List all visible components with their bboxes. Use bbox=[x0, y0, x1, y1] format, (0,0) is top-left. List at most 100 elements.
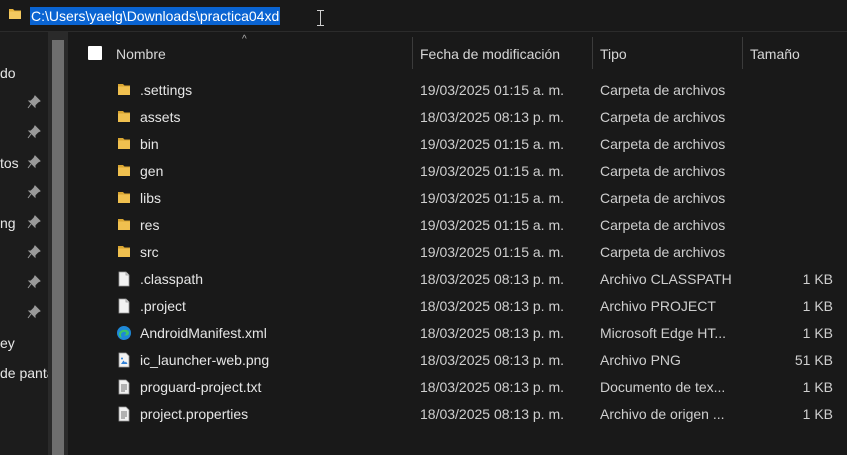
pin-icon[interactable] bbox=[27, 95, 41, 109]
file-date: 19/03/2025 01:15 a. m. bbox=[420, 82, 564, 98]
file-row[interactable]: project.properties 18/03/2025 08:13 p. m.… bbox=[68, 401, 847, 428]
file-type: Carpeta de archivos bbox=[600, 136, 726, 152]
file-name[interactable]: .classpath bbox=[140, 270, 410, 289]
nav-item[interactable]: do bbox=[0, 63, 16, 83]
file-date: 19/03/2025 01:15 a. m. bbox=[420, 136, 564, 152]
file-date: 18/03/2025 08:13 p. m. bbox=[420, 325, 564, 341]
file-size bbox=[748, 189, 833, 208]
folder-icon bbox=[116, 136, 132, 152]
folder-icon bbox=[116, 82, 132, 98]
file-type: Archivo PROJECT bbox=[600, 298, 716, 314]
pin-icon[interactable] bbox=[27, 155, 41, 169]
file-date: 19/03/2025 01:15 a. m. bbox=[420, 163, 564, 179]
column-size-header[interactable]: Tamaño bbox=[750, 45, 800, 63]
column-divider[interactable] bbox=[592, 37, 593, 69]
edge-icon bbox=[116, 325, 132, 341]
nav-item[interactable]: ng bbox=[0, 213, 16, 233]
pin-icon[interactable] bbox=[27, 305, 41, 319]
file-name[interactable]: .project bbox=[140, 297, 410, 316]
text-file-icon bbox=[116, 379, 132, 395]
file-row[interactable]: src 19/03/2025 01:15 a. m. Carpeta de arch… bbox=[68, 239, 847, 266]
file-date: 18/03/2025 08:13 p. m. bbox=[420, 406, 564, 422]
file-name[interactable]: project.properties bbox=[140, 405, 410, 424]
file-row[interactable]: .settings 19/03/2025 01:15 a. m. Carpeta d… bbox=[68, 77, 847, 104]
image-file-icon bbox=[116, 352, 132, 368]
column-divider[interactable] bbox=[412, 37, 413, 69]
file-name[interactable]: assets bbox=[140, 108, 410, 127]
folder-icon bbox=[116, 244, 132, 260]
file-type: Archivo CLASSPATH bbox=[600, 271, 732, 287]
navigation-pane: do tos ng ey de pantalla bbox=[0, 32, 48, 455]
file-date: 18/03/2025 08:13 p. m. bbox=[420, 352, 564, 368]
file-name[interactable]: bin bbox=[140, 135, 410, 154]
pin-icon[interactable] bbox=[27, 215, 41, 229]
nav-item[interactable]: tos bbox=[0, 153, 19, 173]
file-row[interactable]: .project 18/03/2025 08:13 p. m. Archivo PR… bbox=[68, 293, 847, 320]
file-row[interactable]: bin 19/03/2025 01:15 a. m. Carpeta de arch… bbox=[68, 131, 847, 158]
file-type: Archivo PNG bbox=[600, 352, 681, 368]
file-date: 18/03/2025 08:13 p. m. bbox=[420, 298, 564, 314]
folder-icon bbox=[116, 163, 132, 179]
file-type: Carpeta de archivos bbox=[600, 82, 726, 98]
address-bar[interactable]: C:\Users\yaelg\Downloads\practica04xd bbox=[0, 0, 847, 32]
file-size: 1 KB bbox=[802, 406, 833, 422]
file-row[interactable]: res 19/03/2025 01:15 a. m. Carpeta de arch… bbox=[68, 212, 847, 239]
text-cursor-icon bbox=[317, 10, 324, 26]
file-name[interactable]: proguard-project.txt bbox=[140, 378, 410, 397]
file-type: Carpeta de archivos bbox=[600, 109, 726, 125]
file-size bbox=[748, 162, 833, 181]
file-type: Carpeta de archivos bbox=[600, 244, 726, 260]
file-row[interactable]: libs 19/03/2025 01:15 a. m. Carpeta de arc… bbox=[68, 185, 847, 212]
folder-icon bbox=[116, 217, 132, 233]
file-size bbox=[748, 135, 833, 154]
file-size bbox=[748, 81, 833, 100]
file-row[interactable]: proguard-project.txt 18/03/2025 08:13 p. … bbox=[68, 374, 847, 401]
nav-item[interactable]: de pantalla bbox=[0, 363, 48, 383]
pin-icon[interactable] bbox=[27, 245, 41, 259]
file-date: 18/03/2025 08:13 p. m. bbox=[420, 379, 564, 395]
file-type: Archivo de origen ... bbox=[600, 406, 725, 422]
address-path-input[interactable]: C:\Users\yaelg\Downloads\practica04xd bbox=[30, 7, 281, 25]
folder-icon bbox=[9, 9, 21, 19]
nav-item[interactable]: ey bbox=[0, 333, 15, 353]
file-name[interactable]: .settings bbox=[140, 81, 410, 100]
file-row[interactable]: .classpath 18/03/2025 08:13 p. m. Archivo … bbox=[68, 266, 847, 293]
file-type: Documento de tex... bbox=[600, 379, 726, 395]
text-file-icon bbox=[116, 406, 132, 422]
column-divider[interactable] bbox=[742, 37, 743, 69]
file-date: 18/03/2025 08:13 p. m. bbox=[420, 271, 564, 287]
file-icon bbox=[116, 271, 132, 287]
file-date: 18/03/2025 08:13 p. m. bbox=[420, 109, 564, 125]
column-type-header[interactable]: Tipo bbox=[600, 45, 627, 63]
column-date-header[interactable]: Fecha de modificación bbox=[420, 45, 560, 63]
file-size: 1 KB bbox=[802, 325, 833, 341]
file-size bbox=[748, 216, 833, 235]
file-row[interactable]: gen 19/03/2025 01:15 a. m. Carpeta de arch… bbox=[68, 158, 847, 185]
nav-scrollbar-thumb[interactable] bbox=[52, 40, 64, 455]
pin-icon[interactable] bbox=[27, 125, 41, 139]
file-name[interactable]: gen bbox=[140, 162, 410, 181]
file-row[interactable]: AndroidManifest.xml 18/03/2025 08:13 p. m… bbox=[68, 320, 847, 347]
column-name-header[interactable]: Nombre bbox=[116, 45, 166, 63]
file-list: ^ Nombre Fecha de modificación Tipo Tama… bbox=[68, 32, 847, 455]
file-size bbox=[748, 243, 833, 262]
folder-icon bbox=[116, 109, 132, 125]
file-name[interactable]: ic_launcher-web.png bbox=[140, 351, 410, 370]
file-name[interactable]: AndroidManifest.xml bbox=[140, 324, 410, 343]
file-size: 1 KB bbox=[802, 298, 833, 314]
select-all-checkbox[interactable] bbox=[88, 46, 102, 60]
file-name[interactable]: res bbox=[140, 216, 410, 235]
file-size: 51 KB bbox=[794, 352, 833, 368]
folder-icon bbox=[116, 190, 132, 206]
column-header-row: ^ Nombre Fecha de modificación Tipo Tama… bbox=[68, 32, 847, 76]
file-row[interactable]: assets 18/03/2025 08:13 p. m. Carpeta de a… bbox=[68, 104, 847, 131]
pin-icon[interactable] bbox=[27, 185, 41, 199]
pin-icon[interactable] bbox=[27, 275, 41, 289]
file-name[interactable]: libs bbox=[140, 189, 410, 208]
file-type: Microsoft Edge HT... bbox=[600, 325, 727, 341]
file-name[interactable]: src bbox=[140, 243, 410, 262]
file-size: 1 KB bbox=[802, 379, 833, 395]
file-date: 19/03/2025 01:15 a. m. bbox=[420, 190, 564, 206]
file-size bbox=[748, 108, 833, 127]
file-row[interactable]: ic_launcher-web.png 18/03/2025 08:13 p. m… bbox=[68, 347, 847, 374]
